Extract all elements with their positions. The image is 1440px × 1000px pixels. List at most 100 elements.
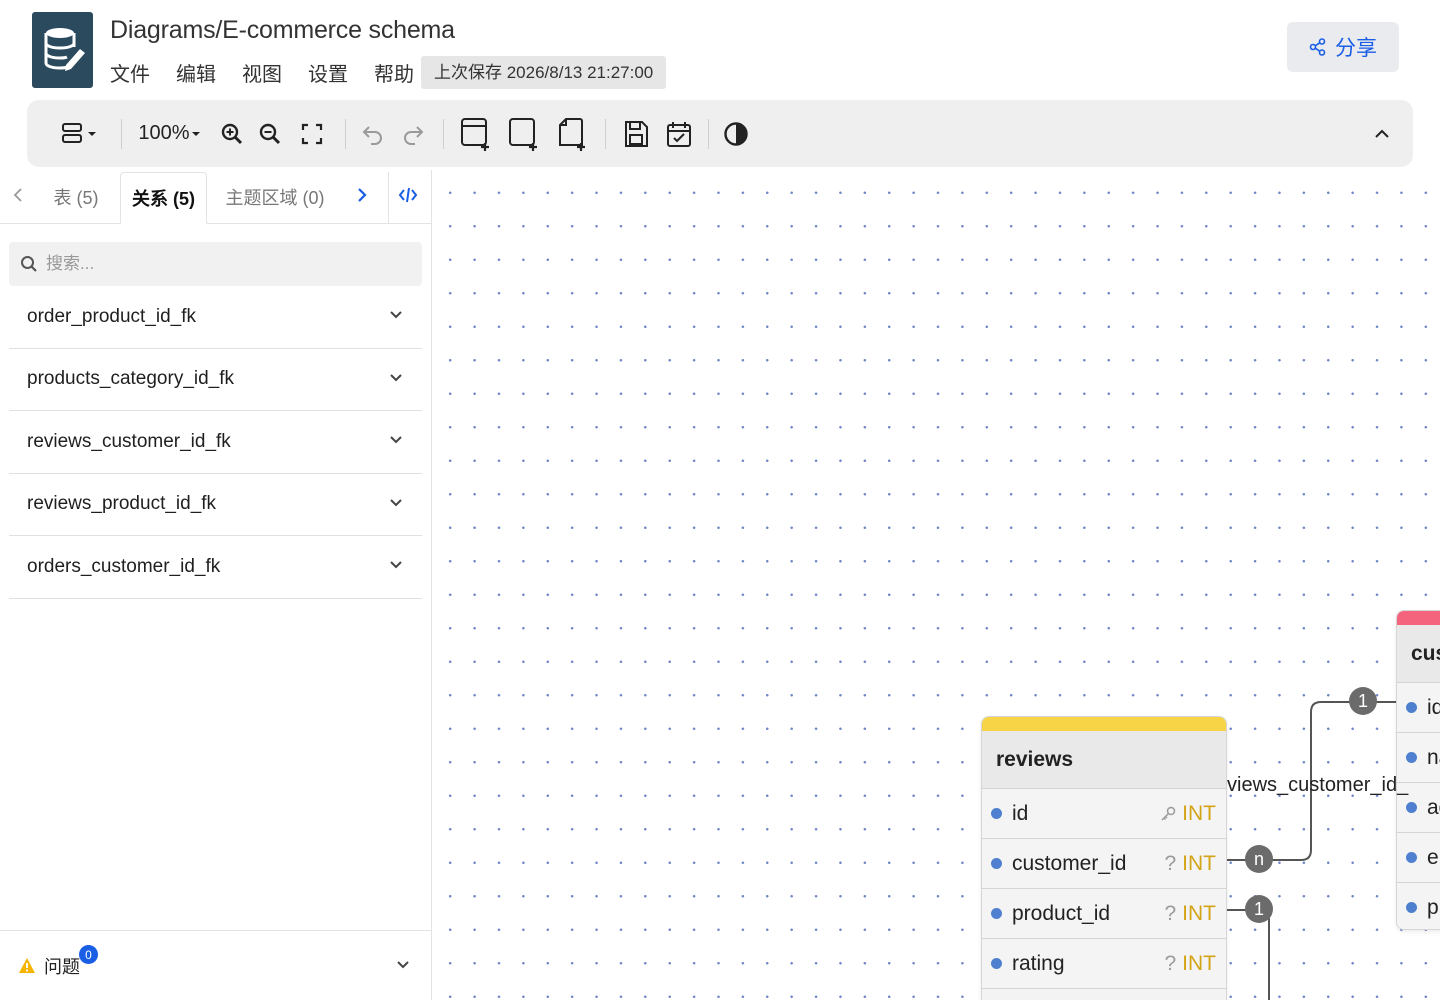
field-name: product_id	[1012, 901, 1111, 925]
share-label: 分享	[1335, 37, 1377, 60]
zoom-level: 100%	[138, 122, 190, 144]
tabs-scroll-right-button[interactable]	[350, 172, 374, 224]
tab-tables[interactable]: 表 (5)	[40, 172, 112, 224]
layout-icon	[62, 122, 96, 143]
menu-bar: 文件 编辑 视图 设置 帮助	[110, 58, 414, 87]
field-handle[interactable]	[1406, 752, 1417, 763]
chevron-right-icon	[358, 188, 367, 202]
tabs-scroll-left-button[interactable]	[6, 172, 30, 224]
relationship-item[interactable]: products_category_id_fk	[9, 349, 422, 411]
toolbar-divider	[708, 119, 709, 149]
issues-label: 问题	[44, 956, 80, 977]
share-button[interactable]: 分享	[1287, 22, 1399, 72]
field-handle[interactable]	[1406, 902, 1417, 913]
table-field[interactable]: rating ? INT	[982, 939, 1226, 989]
field-type: INT	[1160, 802, 1216, 826]
sidebar-tabs: 表 (5) 关系 (5) 主题区域 (0)	[0, 170, 431, 224]
issues-panel-toggle[interactable]: 问题 0	[0, 930, 431, 1000]
relationship-name: products_category_id_fk	[27, 368, 235, 390]
nullable-mark: ?	[1164, 951, 1177, 975]
nullable-mark: ?	[1164, 851, 1177, 875]
add-note-button[interactable]	[555, 100, 589, 167]
table-reviews[interactable]: reviews id INT customer_id ? INT product…	[981, 716, 1227, 1000]
theme-toggle-button[interactable]	[721, 100, 751, 167]
add-table-icon	[461, 117, 489, 151]
chevron-down-icon	[390, 311, 402, 319]
table-field[interactable]: er	[1397, 833, 1440, 883]
undo-button[interactable]	[359, 100, 387, 167]
field-handle[interactable]	[991, 908, 1002, 919]
relationship-name: orders_customer_id_fk	[27, 555, 221, 577]
relationship-name: reviews_product_id_fk	[27, 493, 217, 515]
fullscreen-button[interactable]	[298, 100, 326, 167]
table-color-bar	[982, 717, 1226, 731]
menu-settings[interactable]: 设置	[308, 58, 348, 87]
todo-button[interactable]	[664, 100, 694, 167]
search-input[interactable]	[46, 254, 386, 274]
field-handle[interactable]	[991, 958, 1002, 969]
document-title[interactable]: Diagrams/E-commerce schema	[110, 16, 455, 45]
chevron-down-icon	[390, 498, 402, 506]
field-type: ? INT	[1164, 902, 1216, 926]
menu-file[interactable]: 文件	[110, 58, 150, 87]
add-table-button[interactable]	[459, 100, 493, 167]
chevron-left-icon	[13, 188, 22, 202]
database-edit-icon	[44, 28, 85, 71]
relationship-item[interactable]: reviews_product_id_fk	[9, 474, 422, 536]
zoom-in-button[interactable]	[218, 100, 246, 167]
redo-icon	[404, 125, 424, 145]
field-handle[interactable]	[1406, 802, 1417, 813]
zoom-dropdown[interactable]: 100%	[137, 100, 203, 167]
collapse-toolbar-button[interactable]	[1368, 100, 1396, 167]
code-icon	[398, 187, 417, 203]
table-field[interactable]: id INT	[982, 789, 1226, 839]
relationship-label[interactable]: views_customer_id_	[1227, 774, 1408, 797]
fullscreen-icon	[301, 123, 323, 144]
table-color-bar	[1397, 611, 1440, 625]
undo-icon	[362, 125, 382, 145]
table-field[interactable]: id	[1397, 683, 1440, 733]
todo-icon	[667, 121, 691, 147]
table-field[interactable]: pl	[1397, 883, 1440, 929]
key-icon	[1161, 806, 1176, 821]
relationship-line	[1227, 909, 1270, 1000]
table-header[interactable]: cus	[1397, 625, 1440, 683]
relationship-item[interactable]: order_product_id_fk	[9, 286, 422, 349]
add-area-button[interactable]	[507, 100, 541, 167]
field-name: pl	[1427, 895, 1440, 919]
app-logo[interactable]	[32, 12, 93, 88]
redo-button[interactable]	[399, 100, 427, 167]
field-handle[interactable]	[1406, 852, 1417, 863]
table-customers[interactable]: cus id na ad er pl	[1396, 610, 1440, 930]
menu-edit[interactable]: 编辑	[176, 58, 216, 87]
issues-count-badge: 0	[79, 945, 98, 964]
field-type-label: INT	[1182, 851, 1216, 875]
table-header[interactable]: reviews	[982, 731, 1226, 789]
diagram-canvas[interactable]: reviews id INT customer_id ? INT product…	[433, 170, 1440, 1000]
chevron-down-icon	[390, 436, 402, 444]
menu-view[interactable]: 视图	[242, 58, 282, 87]
field-handle[interactable]	[991, 858, 1002, 869]
field-handle[interactable]	[1406, 702, 1417, 713]
table-field[interactable]: customer_id ? INT	[982, 839, 1226, 889]
code-view-button[interactable]	[388, 172, 426, 224]
relationship-lines	[1227, 701, 1396, 1000]
layout-dropdown[interactable]	[57, 100, 101, 167]
field-type-label: INT	[1182, 801, 1216, 825]
save-button[interactable]	[621, 100, 651, 167]
cardinality-badge-many: n	[1245, 845, 1273, 873]
save-icon	[625, 120, 648, 147]
zoom-out-button[interactable]	[256, 100, 284, 167]
tab-relationships[interactable]: 关系 (5)	[120, 172, 207, 224]
cardinality-badge-one: 1	[1245, 895, 1273, 923]
table-field[interactable]: product_id ? INT	[982, 889, 1226, 939]
menu-help[interactable]: 帮助	[374, 58, 414, 87]
chevron-down-icon	[390, 373, 402, 381]
field-handle[interactable]	[991, 808, 1002, 819]
field-type: ? INT	[1164, 952, 1216, 976]
zoom-out-icon	[259, 123, 281, 144]
tab-subject-areas[interactable]: 主题区域 (0)	[220, 172, 330, 224]
relationship-item[interactable]: reviews_customer_id_fk	[9, 411, 422, 474]
field-type-label: INT	[1182, 901, 1216, 925]
relationship-item[interactable]: orders_customer_id_fk	[9, 536, 422, 599]
